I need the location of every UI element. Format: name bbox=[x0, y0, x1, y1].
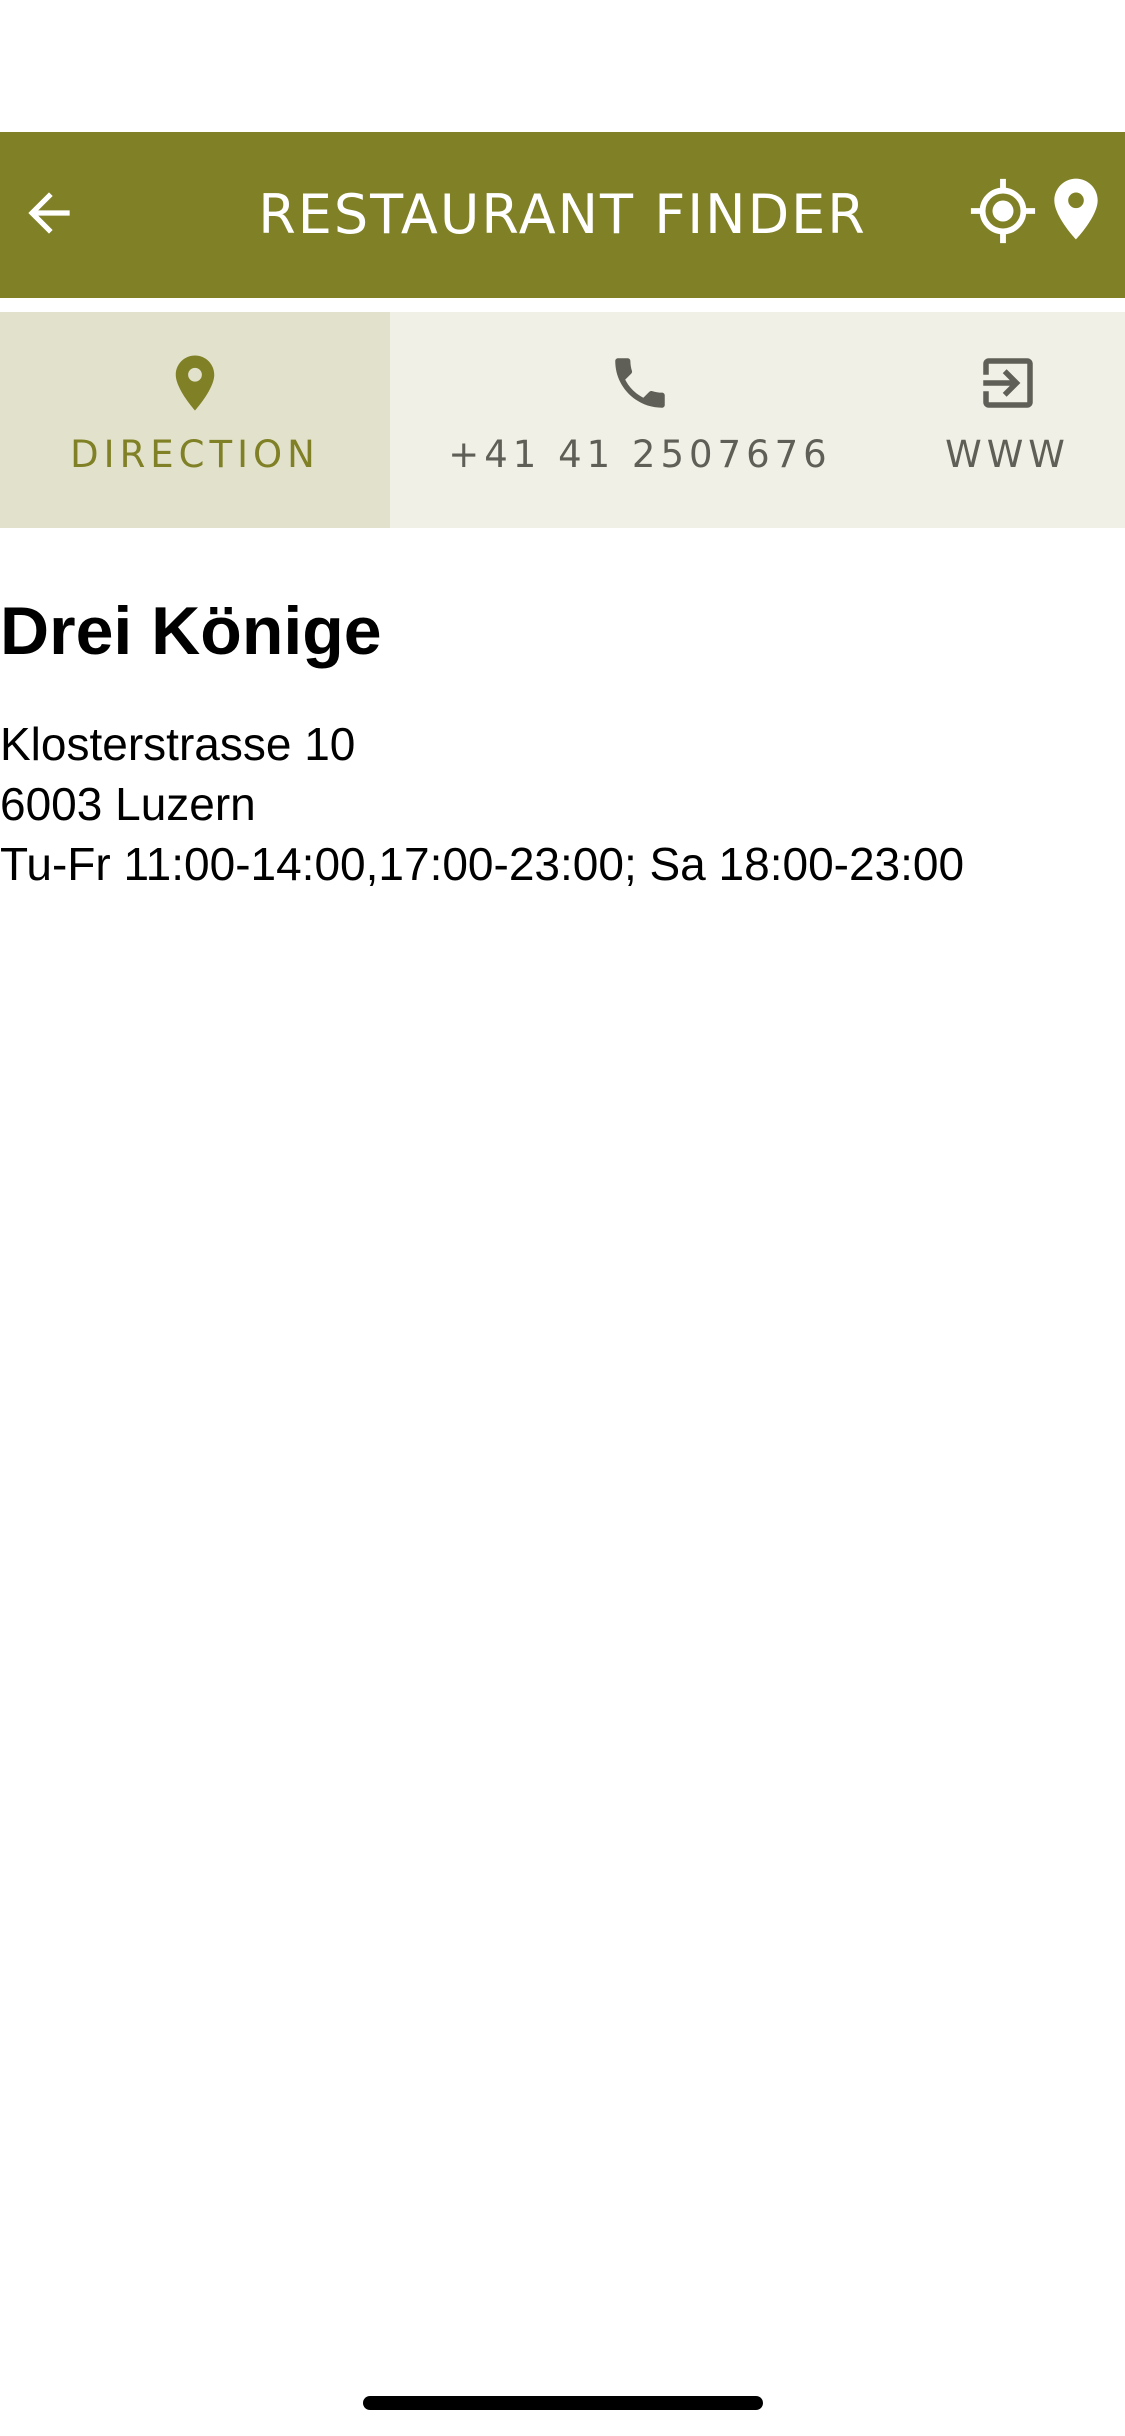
map-pin-icon[interactable] bbox=[1050, 176, 1102, 242]
home-indicator[interactable] bbox=[363, 2396, 763, 2410]
restaurant-details: Drei Könige Klosterstrasse 10 6003 Luzer… bbox=[0, 584, 1125, 894]
screen: RESTAURANT FINDER DIRECTION +41 41 25076… bbox=[0, 0, 1125, 2436]
phone-button[interactable]: +41 41 2507676 bbox=[390, 312, 890, 528]
map-pin-icon bbox=[175, 355, 215, 411]
page-title: RESTAURANT FINDER bbox=[258, 183, 867, 246]
action-tabs: DIRECTION +41 41 2507676 WWW bbox=[0, 312, 1125, 528]
divider bbox=[0, 298, 1125, 312]
phone-icon bbox=[615, 358, 665, 408]
address-street: Klosterstrasse 10 bbox=[0, 718, 356, 770]
restaurant-info: Klosterstrasse 10 6003 Luzern Tu-Fr 11:0… bbox=[0, 714, 1125, 894]
address-city: 6003 Luzern bbox=[0, 778, 256, 830]
crosshair-locate-icon[interactable] bbox=[968, 176, 1038, 246]
www-button[interactable]: WWW bbox=[890, 312, 1125, 528]
www-label: WWW bbox=[945, 433, 1070, 476]
direction-label: DIRECTION bbox=[70, 433, 320, 476]
status-bar bbox=[0, 0, 1125, 132]
app-bar: RESTAURANT FINDER bbox=[0, 132, 1125, 298]
open-link-icon bbox=[982, 358, 1033, 408]
restaurant-name: Drei Könige bbox=[0, 593, 382, 669]
opening-hours: Tu-Fr 11:00-14:00,17:00-23:00; Sa 18:00-… bbox=[0, 838, 965, 890]
phone-label: +41 41 2507676 bbox=[448, 433, 832, 476]
direction-button[interactable]: DIRECTION bbox=[0, 312, 390, 528]
